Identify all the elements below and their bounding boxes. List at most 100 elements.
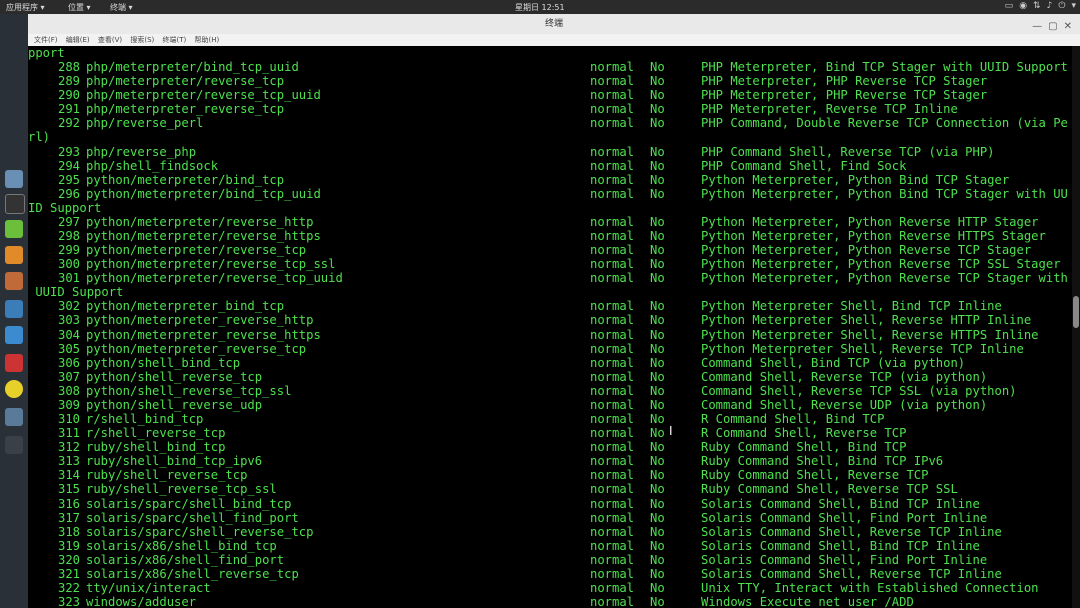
module-check: No (650, 172, 665, 187)
module-description: Command Shell, Reverse UDP (via python) (701, 397, 988, 412)
module-description: Python Meterpreter Shell, Reverse HTTP I… (701, 313, 1032, 328)
terminal-line: 312 ruby/shell_bind_tcp normal No Ruby Comma… (28, 440, 1072, 454)
module-description: Python Meterpreter, Python Reverse TCP S… (701, 271, 1068, 286)
module-name: python/meterpreter_bind_tcp (86, 299, 285, 314)
clock[interactable]: 星期日 12:51 (515, 2, 565, 13)
scrollbar-thumb[interactable] (1073, 296, 1079, 328)
burp-icon[interactable] (5, 246, 23, 264)
module-check: No (650, 440, 665, 455)
module-check: No (650, 538, 665, 553)
continuation-text: rl) (28, 130, 51, 145)
terminal-output[interactable]: pport 288 php/meterpreter/bind_tcp_uuid nor… (28, 46, 1072, 608)
module-description: Ruby Command Shell, Bind TCP IPv6 (701, 454, 944, 469)
terminal-line: 301 python/meterpreter/reverse_tcp_uuid no… (28, 271, 1072, 285)
module-description: Python Meterpreter Shell, Reverse HTTPS … (701, 327, 1039, 342)
module-check: No (650, 341, 665, 356)
module-check: No (650, 116, 665, 131)
module-description: Command Shell, Bind TCP (via python) (701, 355, 966, 370)
module-number: 306 (57, 355, 80, 370)
module-rank: normal (590, 397, 635, 412)
module-name: ruby/shell_bind_tcp_ipv6 (86, 454, 263, 469)
module-description: Python Meterpreter, Python Reverse HTTP … (701, 214, 1039, 229)
armitage-icon[interactable] (5, 354, 23, 372)
menu-terminal[interactable]: 终端(T) (163, 36, 187, 44)
module-name: python/shell_reverse_udp (86, 397, 263, 412)
module-description: Ruby Command Shell, Reverse TCP SSL (701, 482, 958, 497)
chevron-down-icon[interactable]: ▾ (1071, 1, 1076, 11)
module-check: No (650, 158, 665, 173)
beef-icon[interactable] (5, 380, 23, 398)
module-name: r/shell_reverse_tcp (86, 426, 226, 441)
terminal-line: 290 php/meterpreter/reverse_tcp_uuid norma… (28, 88, 1072, 102)
continuation-text: ID Support (28, 200, 102, 215)
module-number: 299 (57, 243, 80, 258)
module-number: 304 (57, 327, 80, 342)
module-number: 310 (57, 412, 80, 427)
module-name: python/shell_reverse_tcp_ssl (86, 383, 292, 398)
power-icon[interactable]: ⏻ (1058, 1, 1065, 11)
terminal-line: 292 php/reverse_perl normal No PHP Command, … (28, 116, 1072, 130)
accessibility-icon[interactable]: ◉ (1019, 1, 1027, 11)
module-number: 309 (57, 397, 80, 412)
module-description: Python Meterpreter, Python Bind TCP Stag… (701, 172, 1010, 187)
module-check: No (650, 524, 665, 539)
window-titlebar[interactable]: 终端 — ▢ ✕ (28, 14, 1080, 34)
module-name: python/meterpreter_reverse_https (86, 327, 321, 342)
window-title: 终端 (544, 19, 563, 29)
menu-edit[interactable]: 编辑(E) (66, 36, 90, 44)
terminal-app-menu[interactable]: 终端 ▾ (110, 2, 133, 13)
menu-search[interactable]: 搜索(S) (130, 36, 154, 44)
menu-bar: 文件(F) 编辑(E) 查看(V) 搜索(S) 终端(T) 帮助(H) (28, 34, 1080, 46)
module-check: No (650, 595, 665, 608)
module-name: php/shell_findsock (86, 158, 219, 173)
module-number: 317 (57, 510, 80, 525)
continuation-text: pport (28, 46, 65, 60)
module-rank: normal (590, 186, 635, 201)
module-number: 322 (57, 580, 80, 595)
places-menu[interactable]: 位置 ▾ (68, 2, 91, 13)
continuation-text: UUID Support (28, 285, 124, 300)
terminal-line: 316 solaris/sparc/shell_bind_tcp normal No S… (28, 497, 1072, 511)
module-name: python/meterpreter/reverse_tcp (86, 243, 307, 258)
module-description: Solaris Command Shell, Find Port Inline (701, 552, 988, 567)
eye-icon[interactable] (5, 300, 23, 318)
applications-menu[interactable]: 应用程序 ▾ (6, 2, 45, 13)
module-check: No (650, 243, 665, 258)
module-check: No (650, 580, 665, 595)
module-name: php/meterpreter/reverse_tcp_uuid (86, 88, 321, 103)
module-number: 291 (57, 102, 80, 117)
display-icon[interactable]: ▭ (1005, 1, 1014, 11)
module-check: No (650, 369, 665, 384)
notes-icon[interactable] (5, 220, 23, 238)
apps-grid-icon[interactable] (5, 436, 23, 454)
network-icon[interactable]: ⇅ (1033, 1, 1041, 11)
module-check: No (650, 214, 665, 229)
module-name: php/meterpreter/reverse_tcp (86, 74, 285, 89)
module-description: Ruby Command Shell, Reverse TCP (701, 468, 929, 483)
volume-icon[interactable]: ♪ (1047, 1, 1053, 11)
tool-icon[interactable] (5, 272, 23, 290)
module-description: Python Meterpreter Shell, Reverse TCP In… (701, 341, 1024, 356)
files-icon[interactable] (5, 170, 23, 188)
menu-help[interactable]: 帮助(H) (194, 36, 219, 44)
module-rank: normal (590, 158, 635, 173)
module-number: 320 (57, 552, 80, 567)
maltego-icon[interactable] (5, 326, 23, 344)
scrollbar[interactable] (1072, 46, 1080, 608)
menu-file[interactable]: 文件(F) (34, 36, 58, 44)
module-name: php/meterpreter_reverse_tcp (86, 102, 285, 117)
terminal-line: 320 solaris/x86/shell_find_port normal No So… (28, 553, 1072, 567)
system-top-bar: 应用程序 ▾ 位置 ▾ 终端 ▾ 星期日 12:51 ▭ ◉ ⇅ ♪ ⏻ ▾ (0, 0, 1080, 14)
dock (0, 14, 28, 608)
module-description: Solaris Command Shell, Bind TCP Inline (701, 538, 980, 553)
module-rank: normal (590, 116, 635, 131)
module-check: No (650, 299, 665, 314)
module-number: 323 (57, 595, 80, 608)
terminal-line: 291 php/meterpreter_reverse_tcp normal No PH… (28, 102, 1072, 116)
module-description: PHP Command Shell, Reverse TCP (via PHP) (701, 144, 995, 159)
menu-view[interactable]: 查看(V) (98, 36, 122, 44)
module-rank: normal (590, 341, 635, 356)
terminal-icon[interactable] (5, 194, 25, 214)
module-name: python/meterpreter/bind_tcp_uuid (86, 186, 321, 201)
settings-icon[interactable] (5, 408, 23, 426)
